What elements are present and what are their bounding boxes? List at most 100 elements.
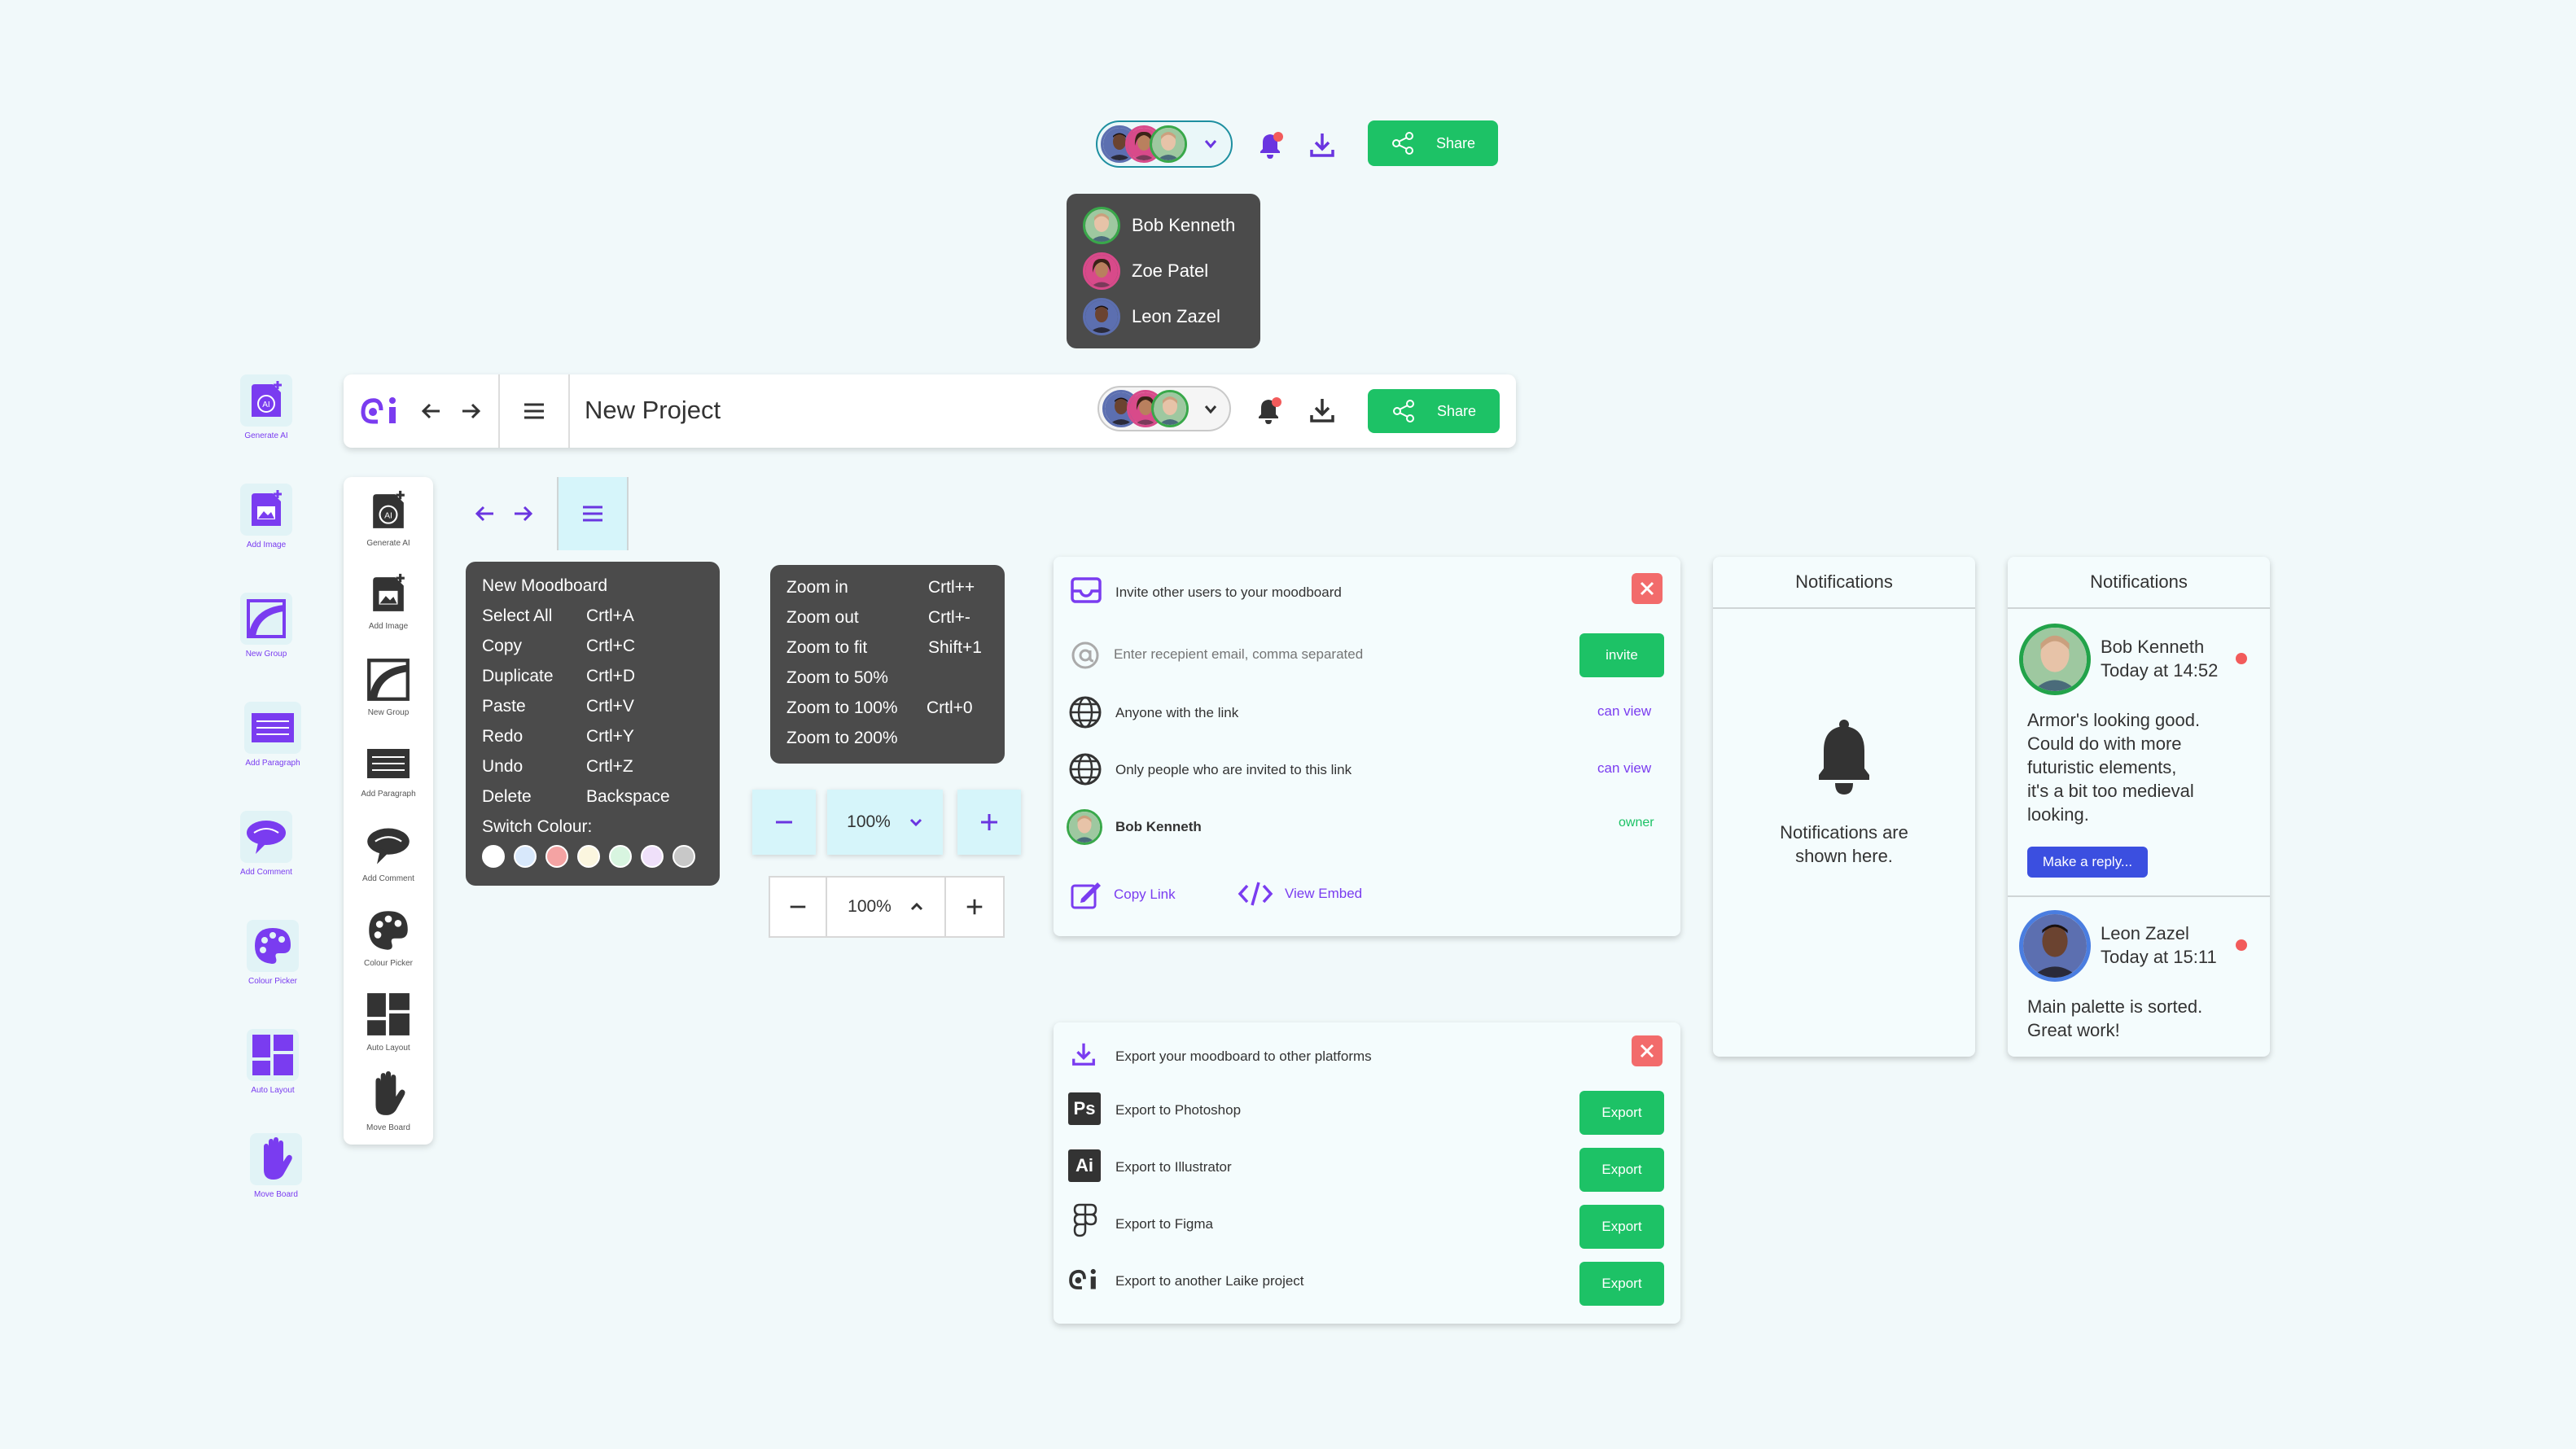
bell-icon[interactable]: [1254, 129, 1286, 161]
switch-colour-row: Switch Colour:: [466, 812, 720, 842]
figma-icon: [1073, 1203, 1097, 1237]
menu-item-label: Select All: [482, 606, 553, 625]
menu-item[interactable]: Redo Crtl+Y: [466, 722, 720, 751]
tool-add-comment[interactable]: Add Comment: [348, 824, 429, 883]
menu-item[interactable]: Undo Crtl+Z: [466, 752, 720, 781]
avatar: [1083, 207, 1120, 244]
redo-icon[interactable]: [459, 401, 482, 422]
permission-select[interactable]: can view: [1597, 703, 1651, 720]
export-button[interactable]: Export: [1579, 1262, 1664, 1306]
bell-icon[interactable]: [1252, 394, 1285, 427]
tool-generate-ai[interactable]: AI Generate AI: [230, 374, 303, 440]
close-button[interactable]: [1632, 573, 1663, 604]
menu-item[interactable]: Zoom in Crtl++: [770, 573, 1005, 602]
download-icon[interactable]: [1308, 130, 1337, 160]
notification-body: futuristic elements,: [2027, 757, 2177, 777]
tool-new-group[interactable]: New Group: [230, 593, 303, 659]
invite-button[interactable]: invite: [1579, 633, 1664, 677]
tool-add-image[interactable]: Add Image: [348, 573, 429, 631]
export-button[interactable]: Export: [1579, 1091, 1664, 1135]
share-button[interactable]: Share: [1368, 120, 1498, 166]
notification-body: Could do with more: [2027, 733, 2182, 754]
tool-auto-layout[interactable]: Auto Layout: [236, 1029, 309, 1095]
view-embed-button[interactable]: View Embed: [1238, 881, 1362, 907]
export-button[interactable]: Export: [1579, 1148, 1664, 1192]
tool-colour-picker[interactable]: Colour Picker: [236, 920, 309, 986]
swatch-red[interactable]: [545, 845, 568, 868]
menu-item[interactable]: Zoom to fit Shift+1: [770, 633, 1005, 663]
tool-generate-ai[interactable]: AI Generate AI: [348, 490, 429, 548]
export-label: Export: [1601, 1162, 1642, 1177]
undo-icon[interactable]: [474, 503, 497, 524]
chevron-down-icon[interactable]: [1203, 404, 1218, 415]
at-icon: [1071, 641, 1099, 669]
tool-new-group[interactable]: New Group: [348, 658, 429, 717]
tool-auto-layout[interactable]: Auto Layout: [348, 992, 429, 1053]
list-item[interactable]: Bob Kenneth: [1083, 207, 1235, 244]
menu-item[interactable]: Select All Crtl+A: [466, 602, 720, 631]
tool-label: Move Board: [254, 1190, 298, 1199]
zoom-out-button[interactable]: [752, 790, 816, 855]
export-item-label: Export to Photoshop: [1115, 1102, 1242, 1118]
copy-link-button[interactable]: Copy Link: [1070, 879, 1176, 910]
permission-select[interactable]: can view: [1597, 760, 1651, 777]
zoom-out-button[interactable]: [770, 878, 827, 936]
plus-icon: [966, 899, 983, 915]
list-item[interactable]: Zoe Patel: [1083, 252, 1208, 290]
zoom-level-select[interactable]: 100%: [827, 790, 943, 855]
tool-add-image[interactable]: Add Image: [230, 484, 303, 549]
project-title[interactable]: New Project: [585, 396, 721, 425]
reply-button[interactable]: Make a reply...: [2027, 847, 2148, 878]
close-button[interactable]: [1632, 1035, 1663, 1066]
swatch-cream[interactable]: [577, 845, 600, 868]
swatch-grey[interactable]: [672, 845, 695, 868]
menu-icon[interactable]: [523, 401, 545, 422]
zoom-level-select[interactable]: 100%: [827, 878, 946, 936]
swatch-blue[interactable]: [514, 845, 537, 868]
share-button[interactable]: Share: [1368, 389, 1500, 433]
menu-item[interactable]: Paste Crtl+V: [466, 692, 720, 721]
menu-item[interactable]: Zoom to 100% Crtl+0: [770, 694, 1005, 723]
tool-add-paragraph[interactable]: Add Paragraph: [348, 747, 429, 799]
globe-icon: [1069, 753, 1102, 786]
menu-item[interactable]: Duplicate Crtl+D: [466, 662, 720, 691]
menu-item[interactable]: Zoom to 50%: [770, 663, 1005, 693]
tool-label: Add Comment: [240, 868, 292, 877]
menu-item[interactable]: Delete Backspace: [466, 782, 720, 812]
tool-add-comment[interactable]: Add Comment: [230, 811, 303, 877]
redo-icon[interactable]: [511, 503, 534, 524]
download-icon[interactable]: [1308, 396, 1337, 425]
tool-move-board[interactable]: Move Board: [348, 1071, 429, 1132]
avatar: [1083, 252, 1120, 290]
collaborators-dropdown: Bob Kenneth Zoe Patel Leon Zazel: [1067, 194, 1260, 348]
chevron-down-icon[interactable]: [1203, 138, 1218, 150]
menu-item-shortcut: Crtl++: [928, 578, 975, 597]
notifications-panel: Notifications Bob Kenneth Today at 14:52…: [2008, 557, 2270, 1057]
tool-colour-picker[interactable]: Colour Picker: [348, 908, 429, 968]
generate-ai-icon: AI: [252, 381, 282, 417]
menu-item-shortcut: Backspace: [586, 787, 670, 806]
tool-add-paragraph[interactable]: Add Paragraph: [236, 702, 309, 768]
swatch-green[interactable]: [609, 845, 632, 868]
notification-author: Bob Kenneth: [2101, 637, 2205, 657]
zoom-in-button[interactable]: [946, 878, 1003, 936]
logo-icon: [361, 397, 396, 424]
export-button[interactable]: Export: [1579, 1205, 1664, 1249]
menu-item[interactable]: Zoom out Crtl+-: [770, 603, 1005, 633]
zoom-in-button[interactable]: [957, 790, 1021, 855]
export-item-label: Export to another Laike project: [1115, 1273, 1304, 1289]
menu-item[interactable]: Copy Crtl+C: [466, 632, 720, 661]
list-item[interactable]: Leon Zazel: [1083, 298, 1220, 335]
menu-item[interactable]: Zoom to 200%: [770, 724, 1005, 753]
tool-label: Auto Layout: [366, 1044, 410, 1053]
collaborators-selector[interactable]: [1096, 120, 1233, 168]
collaborators-selector[interactable]: [1097, 386, 1231, 431]
menu-item-shortcut: Shift+1: [928, 638, 982, 657]
undo-icon[interactable]: [420, 401, 443, 422]
zoom-value: 100%: [848, 897, 892, 916]
menu-item[interactable]: New Moodboard: [466, 571, 720, 601]
tool-move-board[interactable]: Move Board: [239, 1133, 313, 1199]
email-field[interactable]: [1114, 638, 1570, 671]
swatch-white[interactable]: [482, 845, 505, 868]
swatch-lilac[interactable]: [641, 845, 664, 868]
